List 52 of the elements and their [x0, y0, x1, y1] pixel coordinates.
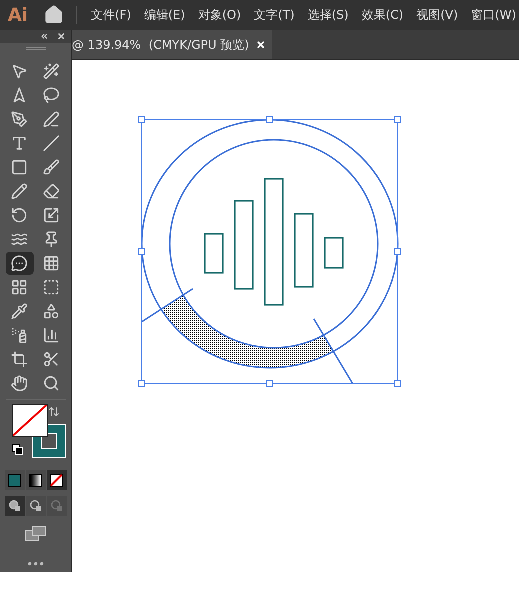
close-icon[interactable]: [57, 32, 66, 41]
document-tab[interactable]: @ 139.94% (CMYK/GPU 预览): [72, 30, 272, 59]
menu-item[interactable]: 编辑(E): [144, 6, 186, 24]
menu-item[interactable]: 选择(S): [308, 6, 349, 24]
home-icon[interactable]: [44, 5, 64, 25]
perspective-grid-icon: [43, 255, 60, 272]
arrow-icon: [11, 87, 28, 104]
color-mode-button[interactable]: [46, 470, 66, 490]
default-colors-icon[interactable]: [12, 444, 22, 455]
menu-item[interactable]: 文字(T): [254, 6, 295, 24]
fill-swatch[interactable]: [12, 404, 48, 437]
color-mode-button[interactable]: [4, 470, 24, 490]
spray-can-icon: [11, 327, 28, 344]
draw-mode-button[interactable]: [4, 496, 24, 516]
pointer-icon: [11, 63, 28, 80]
pin-icon: [43, 231, 60, 248]
panel-grip[interactable]: [26, 47, 46, 50]
draw-mode-icon: [8, 500, 20, 512]
draw-mode-icon: [50, 500, 62, 512]
warp-icon: [11, 231, 28, 248]
menu-item[interactable]: 效果(C): [362, 6, 404, 24]
menu-item[interactable]: 文件(F): [91, 6, 132, 24]
type-icon: [11, 135, 28, 152]
line-icon: [43, 135, 60, 152]
scale-icon: [43, 207, 60, 224]
pencil-icon: [11, 183, 28, 200]
hand-icon: [11, 375, 28, 392]
draw-mode-icon: [30, 500, 42, 512]
menu-item[interactable]: 窗口(W): [471, 6, 516, 24]
zoom-icon: [43, 375, 60, 392]
tab-title: @ 139.94% (CMYK/GPU 预览): [72, 36, 250, 54]
menu-item[interactable]: 视图(V): [416, 6, 458, 24]
pen-line-icon: [43, 111, 60, 128]
more-icon[interactable]: [28, 562, 44, 566]
pen-icon: [11, 111, 28, 128]
brush-icon: [43, 159, 60, 176]
collapse-icon[interactable]: [40, 32, 49, 41]
bar-chart-icon: [43, 327, 60, 344]
draw-mode-button[interactable]: [26, 496, 46, 516]
tool-button[interactable]: [6, 252, 34, 275]
swap-icon[interactable]: [48, 406, 60, 418]
eyedropper-icon: [11, 303, 28, 320]
rotate-icon: [11, 207, 28, 224]
screen-mode-icon[interactable]: [24, 526, 46, 542]
scissors-icon: [43, 351, 60, 368]
rectangle-icon: [11, 159, 28, 176]
lasso-icon: [43, 87, 60, 104]
app-logo: Ai: [8, 4, 28, 28]
eraser-icon: [43, 183, 60, 200]
color-mode-button[interactable]: [26, 470, 46, 490]
menu-item[interactable]: 对象(O): [198, 6, 242, 24]
magic-wand-icon: [43, 63, 60, 80]
